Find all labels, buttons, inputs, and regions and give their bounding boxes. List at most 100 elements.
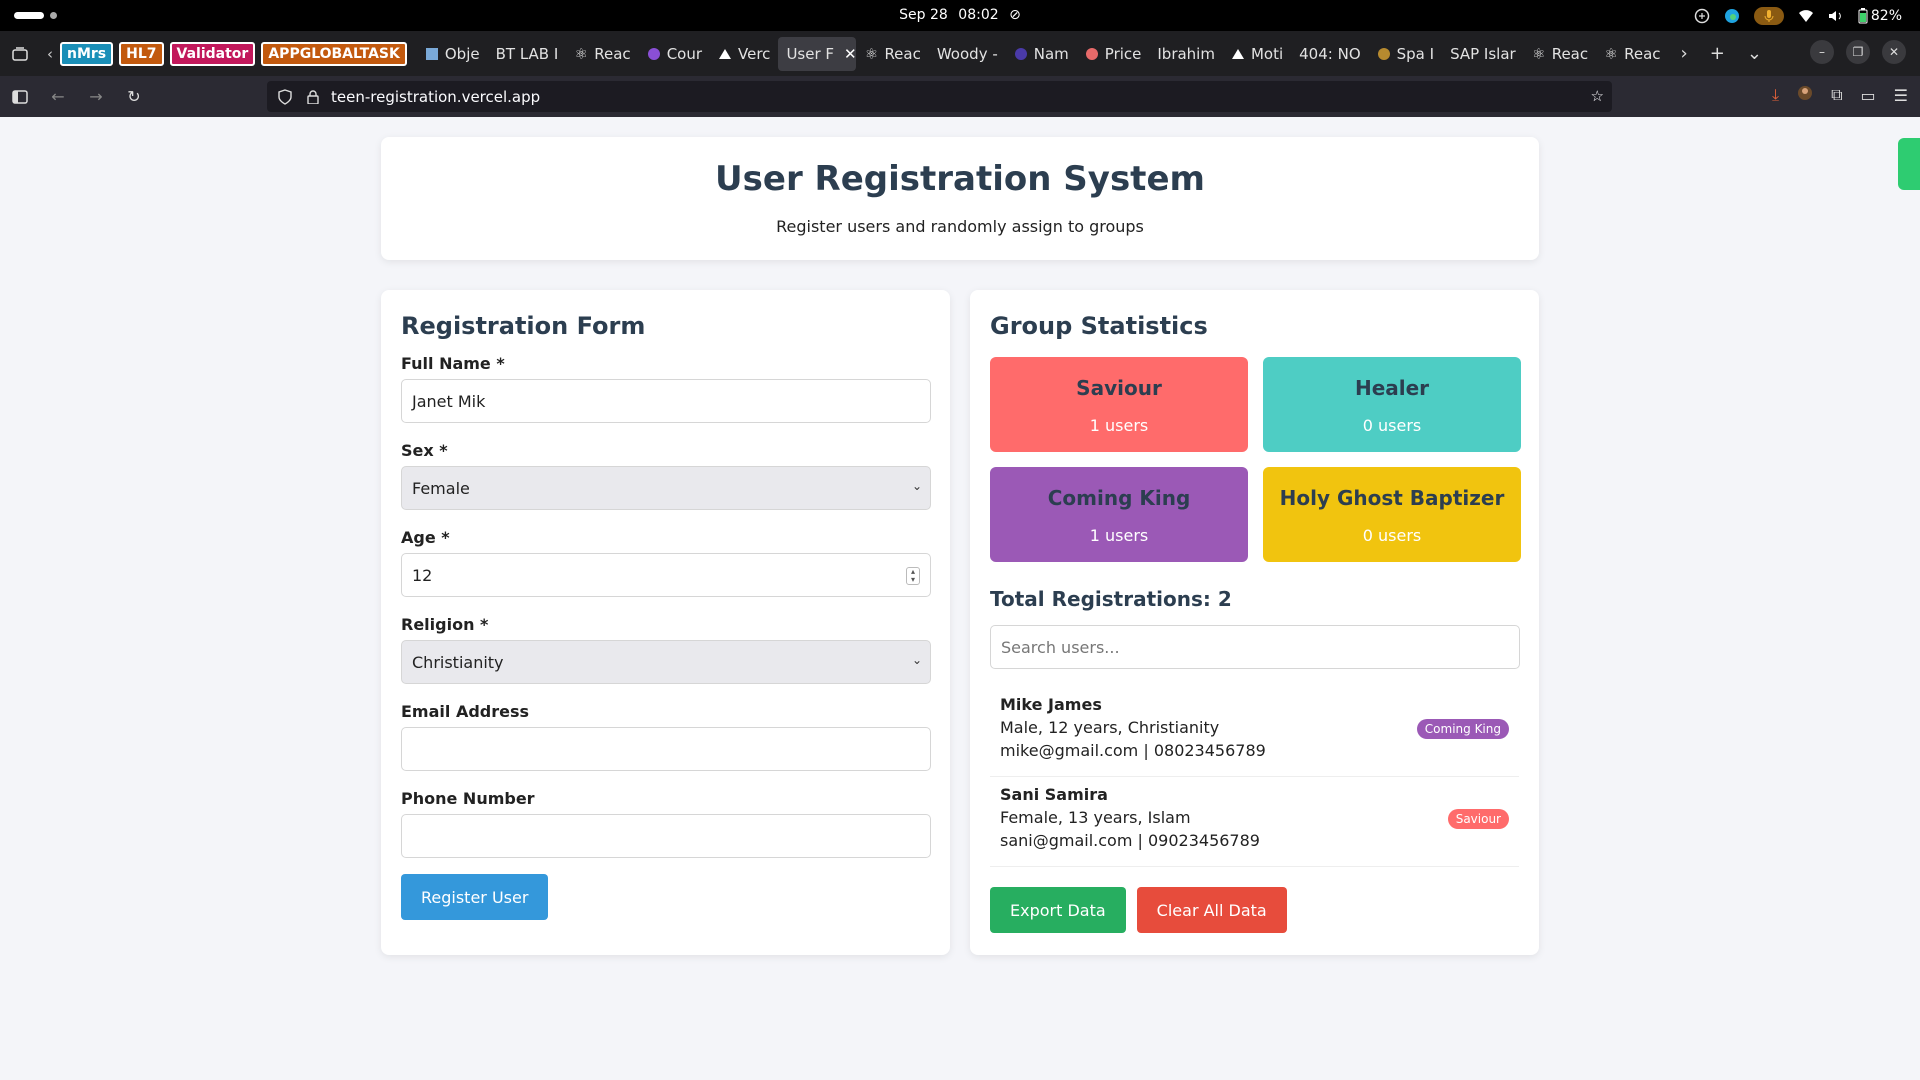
- tab-item[interactable]: ⚛ Reac: [856, 37, 928, 71]
- user-details: Female, 13 years, Islam: [1000, 808, 1191, 827]
- pinned-tab-nmrs[interactable]: nMrs: [60, 41, 114, 66]
- volume-icon[interactable]: [1828, 8, 1844, 24]
- downloads-icon[interactable]: ⤓: [1772, 85, 1779, 105]
- menu-icon[interactable]: ☰: [1894, 86, 1908, 105]
- religion-field: Religion * Christianity ⌄: [401, 615, 931, 684]
- tab-item[interactable]: 404: NO: [1291, 37, 1368, 71]
- scroll-tabs-left-icon[interactable]: ‹: [40, 45, 60, 63]
- register-user-button[interactable]: Register User: [401, 874, 549, 920]
- tab-item[interactable]: SAP Islar: [1442, 37, 1524, 71]
- back-icon[interactable]: ←: [40, 82, 76, 112]
- email-input[interactable]: [401, 727, 931, 771]
- clear-all-data-button[interactable]: Clear All Data: [1136, 887, 1287, 933]
- microphone-icon[interactable]: [1753, 7, 1784, 25]
- close-tab-icon[interactable]: ✕: [844, 45, 856, 63]
- tab-item[interactable]: Spa I: [1369, 37, 1442, 71]
- lock-icon[interactable]: [303, 89, 323, 104]
- data-actions: Export Data Clear All Data: [990, 887, 1519, 933]
- system-top-bar: Sep 28 08:02 ⊘ 82%: [0, 0, 1920, 31]
- new-tab-icon[interactable]: +: [1710, 43, 1725, 64]
- group-count: 1 users: [1089, 526, 1149, 545]
- screenshot-icon[interactable]: ▭: [1861, 86, 1876, 105]
- group-tiles: Saviour 1 users Healer 0 users Coming Ki…: [990, 357, 1521, 562]
- sex-field: Sex * Female ⌄: [401, 441, 931, 510]
- wifi-icon[interactable]: [1798, 8, 1814, 24]
- address-bar[interactable]: teen-registration.vercel.app ☆: [267, 81, 1612, 112]
- forward-icon[interactable]: →: [78, 82, 114, 112]
- age-input[interactable]: 12 ▴ ▾: [401, 553, 931, 597]
- tab-item[interactable]: ⚛ Reac: [1524, 37, 1596, 71]
- user-name: Sani Samira: [1000, 785, 1108, 804]
- user-list: Mike James Male, 12 years, Christianity …: [990, 687, 1519, 867]
- sex-select[interactable]: Female ⌄: [401, 466, 931, 510]
- tab-item[interactable]: Ibrahim: [1149, 37, 1223, 71]
- bookmark-star-icon[interactable]: ☆: [1591, 87, 1604, 105]
- age-field: Age * 12 ▴ ▾: [401, 528, 931, 597]
- group-tile-saviour: Saviour 1 users: [990, 357, 1248, 452]
- tab-label: Reac: [1551, 44, 1589, 63]
- number-spinner-icon[interactable]: ▴ ▾: [906, 567, 920, 585]
- group-count: 0 users: [1362, 526, 1422, 545]
- user-list-item: Mike James Male, 12 years, Christianity …: [990, 687, 1519, 777]
- tab-item[interactable]: Woody -: [929, 37, 1006, 71]
- updates-icon[interactable]: [1694, 8, 1710, 24]
- email-label: Email Address: [401, 702, 530, 721]
- tab-active-user-registration[interactable]: User F ✕: [778, 36, 857, 71]
- age-value: 12: [412, 565, 433, 585]
- tab-item[interactable]: Nam: [1006, 37, 1077, 71]
- page-title: User Registration System: [715, 159, 1205, 199]
- group-name: Holy Ghost Baptizer: [1279, 486, 1505, 510]
- tab-item[interactable]: ⚛ Reac: [1596, 37, 1668, 71]
- religion-select[interactable]: Christianity ⌄: [401, 640, 931, 684]
- pinned-tab-hl7[interactable]: HL7: [119, 41, 164, 66]
- tab-item[interactable]: Obje: [417, 37, 488, 71]
- sidebar-toggle-icon[interactable]: [2, 82, 38, 112]
- phone-input[interactable]: [401, 814, 931, 858]
- user-contact: sani@gmail.com | 09023456789: [1000, 831, 1260, 850]
- extensions-icon[interactable]: ⧉: [1831, 85, 1842, 105]
- page-content: User Registration System Register users …: [0, 117, 1920, 1080]
- tab-overview-button[interactable]: [0, 46, 40, 61]
- restore-window-icon[interactable]: ❐: [1846, 40, 1870, 64]
- reload-icon[interactable]: ↻: [116, 82, 152, 112]
- tab-item[interactable]: ⚛ Reac: [566, 37, 638, 71]
- edge-browser-icon[interactable]: [1724, 8, 1740, 24]
- export-data-button[interactable]: Export Data: [990, 887, 1126, 933]
- tab-label: Reac: [1624, 44, 1661, 63]
- system-tray[interactable]: 82%: [1694, 5, 1902, 27]
- battery-indicator[interactable]: 82%: [1858, 8, 1902, 24]
- search-users-input[interactable]: Search users...: [990, 625, 1520, 669]
- close-window-icon[interactable]: ✕: [1882, 40, 1906, 64]
- full-name-input[interactable]: Janet Mik: [401, 379, 931, 423]
- clock[interactable]: Sep 28 08:02 ⊘: [0, 7, 1920, 23]
- sex-label: Sex *: [401, 441, 448, 460]
- tab-label: Spa I: [1396, 44, 1435, 63]
- side-feedback-tab[interactable]: [1898, 138, 1920, 190]
- notifications-off-icon: ⊘: [1009, 7, 1021, 23]
- list-all-tabs-icon[interactable]: ⌄: [1747, 43, 1762, 64]
- minimize-window-icon[interactable]: –: [1810, 40, 1834, 64]
- name-icon: [1014, 47, 1028, 61]
- group-name: Healer: [1354, 376, 1430, 400]
- header-card: User Registration System Register users …: [381, 137, 1539, 260]
- tab-item[interactable]: Price: [1077, 37, 1150, 71]
- scroll-tabs-right-icon[interactable]: ›: [1681, 43, 1688, 64]
- tab-item[interactable]: Cour: [639, 37, 710, 71]
- tab-item[interactable]: Moti: [1223, 37, 1291, 71]
- pinned-tab-appglobaltask[interactable]: APPGLOBALTASK: [261, 41, 407, 66]
- tab-label: Moti: [1250, 44, 1284, 63]
- group-badge: Coming King: [1416, 719, 1509, 739]
- group-count: 0 users: [1362, 416, 1422, 435]
- email-field: Email Address: [401, 702, 931, 771]
- tab-controls: › + ⌄: [1681, 43, 1762, 64]
- tab-label: Price: [1104, 44, 1142, 63]
- course-icon: [647, 47, 661, 61]
- tab-label: Woody -: [936, 44, 998, 63]
- sex-value: Female: [412, 478, 470, 498]
- tab-item[interactable]: BT LAB I: [488, 37, 567, 71]
- pinned-tab-validator[interactable]: Validator: [169, 41, 256, 66]
- tab-item[interactable]: Verc: [710, 37, 778, 71]
- profile-avatar-icon[interactable]: [1797, 85, 1813, 105]
- tracking-shield-icon[interactable]: [275, 88, 295, 105]
- vercel-icon: [718, 47, 732, 61]
